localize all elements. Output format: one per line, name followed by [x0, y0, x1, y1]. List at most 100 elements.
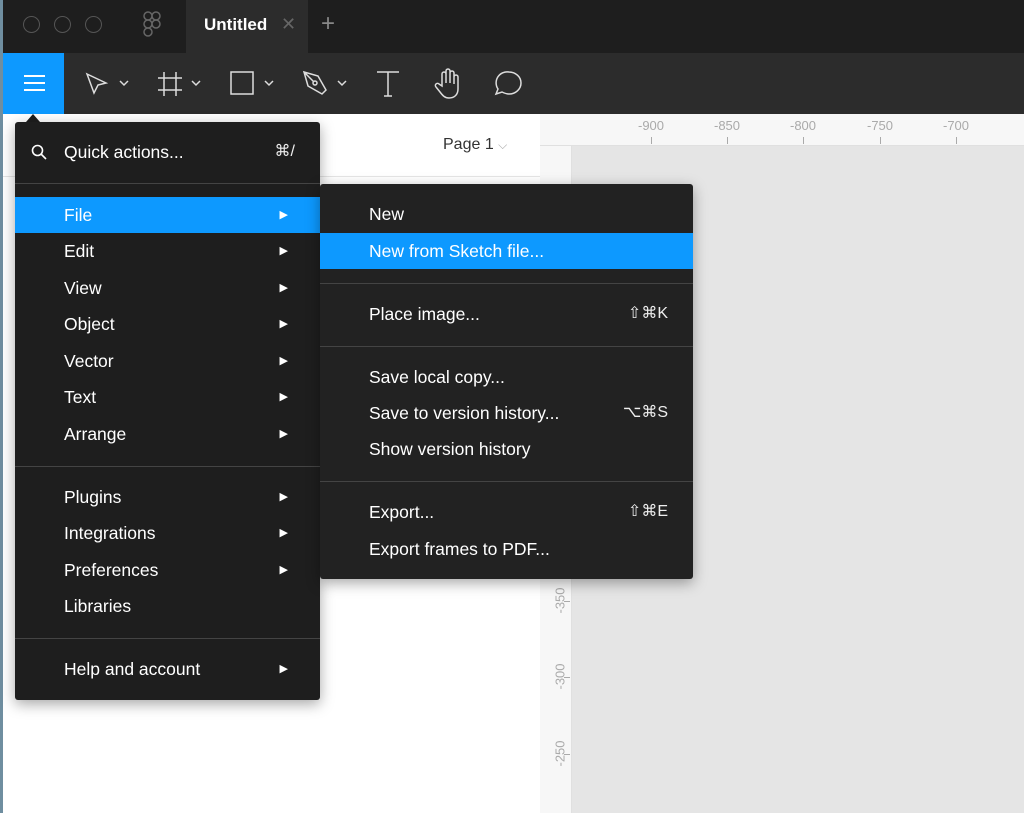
ruler-tick: [803, 137, 804, 144]
frame-tool-button[interactable]: [156, 66, 206, 102]
menu-item-plugins[interactable]: Plugins ▶: [15, 479, 320, 515]
chevron-down-icon: [191, 80, 201, 87]
main-menu: Quick actions... ⌘/ File ▶ Edit ▶ View ▶ Ob…: [15, 122, 320, 700]
shortcut: ⇧⌘E: [627, 503, 668, 520]
menu-item-new[interactable]: New: [320, 196, 693, 232]
figma-logo-icon[interactable]: [143, 11, 161, 38]
shortcut: ⌥⌘S: [622, 404, 668, 421]
shortcut: ⇧⌘K: [627, 305, 668, 322]
chevron-down-icon: [337, 80, 347, 87]
label: Libraries: [64, 596, 132, 616]
label: View: [64, 278, 102, 298]
menu-item-help-and-account[interactable]: Help and account ▶: [15, 651, 320, 687]
label: Export...: [369, 502, 435, 522]
label: Preferences: [64, 560, 159, 580]
menu-item-arrange[interactable]: Arrange ▶: [15, 416, 320, 452]
menu-item-integrations[interactable]: Integrations ▶: [15, 515, 320, 551]
submenu-arrow-icon: ▶: [279, 209, 288, 221]
menu-divider: [320, 481, 693, 482]
label: Text: [64, 387, 97, 407]
frame-icon: [158, 72, 182, 96]
menu-item-new-from-sketch[interactable]: New from Sketch file...: [320, 233, 693, 269]
menu-item-save-to-version-history[interactable]: Save to version history... ⌥⌘S: [320, 395, 693, 431]
pen-tool-button[interactable]: [300, 66, 352, 102]
hand-tool-button[interactable]: [433, 66, 463, 102]
submenu-arrow-icon: ▶: [279, 355, 288, 367]
ruler-tick: [651, 137, 652, 144]
menu-caret: [26, 114, 40, 122]
ruler-label: -700: [942, 118, 970, 133]
minimize-window-button[interactable]: [54, 16, 71, 33]
main-menu-button[interactable]: [3, 53, 64, 114]
menu-item-libraries[interactable]: Libraries: [15, 588, 320, 624]
menu-icon: [24, 75, 45, 91]
label: Integrations: [64, 523, 156, 543]
menu-item-vector[interactable]: Vector ▶: [15, 343, 320, 379]
label: Help and account: [64, 659, 201, 679]
pen-icon: [302, 70, 327, 95]
menu-divider: [15, 183, 320, 184]
submenu-arrow-icon: ▶: [279, 391, 288, 403]
menu-item-place-image[interactable]: Place image... ⇧⌘K: [320, 296, 693, 332]
quick-actions-item[interactable]: Quick actions... ⌘/: [15, 134, 320, 170]
ruler-tick: [727, 137, 728, 144]
label: Save local copy...: [369, 367, 505, 387]
ruler-tick: [564, 601, 570, 602]
label: Object: [64, 314, 115, 334]
menu-item-edit[interactable]: Edit ▶: [15, 233, 320, 269]
menu-divider: [320, 283, 693, 284]
shape-tool-button[interactable]: [228, 66, 278, 102]
ruler-label: -800: [789, 118, 817, 133]
chevron-down-icon: [264, 80, 274, 87]
ruler-label: -900: [637, 118, 665, 133]
new-tab-button[interactable]: +: [321, 10, 335, 38]
move-tool-button[interactable]: [84, 66, 134, 102]
shortcut: ⌘/: [274, 143, 295, 160]
menu-item-export[interactable]: Export... ⇧⌘E: [320, 494, 693, 530]
menu-divider: [15, 638, 320, 639]
label: New from Sketch file...: [369, 241, 545, 261]
ruler-tick: [880, 137, 881, 144]
ruler-tick: [956, 137, 957, 144]
page-selector[interactable]: Page 1 ⌵: [443, 136, 507, 154]
label: Vector: [64, 351, 114, 371]
file-submenu: New New from Sketch file... Place image.…: [320, 184, 693, 579]
ruler-tick: [564, 677, 570, 678]
label: Place image...: [369, 304, 480, 324]
menu-item-export-frames-to-pdf[interactable]: Export frames to PDF...: [320, 531, 693, 567]
label: File: [64, 205, 93, 225]
menu-item-save-local-copy[interactable]: Save local copy...: [320, 359, 693, 395]
search-icon: [31, 144, 47, 160]
chevron-down-icon: [119, 80, 129, 87]
chevron-down-icon: ⌵: [498, 138, 508, 152]
submenu-arrow-icon: ▶: [279, 564, 288, 576]
submenu-arrow-icon: ▶: [279, 428, 288, 440]
rectangle-icon: [230, 71, 254, 95]
label: Edit: [64, 241, 95, 261]
ruler-tick: [564, 754, 570, 755]
close-window-button[interactable]: [23, 16, 40, 33]
submenu-arrow-icon: ▶: [279, 282, 288, 294]
tab-title: Untitled: [204, 15, 268, 34]
hand-icon: [434, 68, 459, 99]
ruler-label: -850: [713, 118, 741, 133]
tab-close-icon[interactable]: ✕: [281, 14, 296, 35]
menu-item-preferences[interactable]: Preferences ▶: [15, 552, 320, 588]
label: New: [369, 204, 405, 224]
comment-tool-button[interactable]: [494, 66, 524, 102]
menu-item-text[interactable]: Text ▶: [15, 379, 320, 415]
submenu-arrow-icon: ▶: [279, 491, 288, 503]
text-tool-button[interactable]: [374, 66, 402, 102]
comment-icon: [494, 71, 522, 96]
menu-item-view[interactable]: View ▶: [15, 270, 320, 306]
menu-item-file[interactable]: File ▶: [15, 197, 320, 233]
menu-item-show-version-history[interactable]: Show version history: [320, 431, 693, 467]
page-name: Page 1: [443, 136, 494, 153]
ruler-label: -750: [866, 118, 894, 133]
menu-item-object[interactable]: Object ▶: [15, 306, 320, 342]
label: Save to version history...: [369, 403, 560, 423]
label: Arrange: [64, 424, 127, 444]
menu-divider: [320, 346, 693, 347]
zoom-window-button[interactable]: [85, 16, 102, 33]
menu-divider: [15, 466, 320, 467]
